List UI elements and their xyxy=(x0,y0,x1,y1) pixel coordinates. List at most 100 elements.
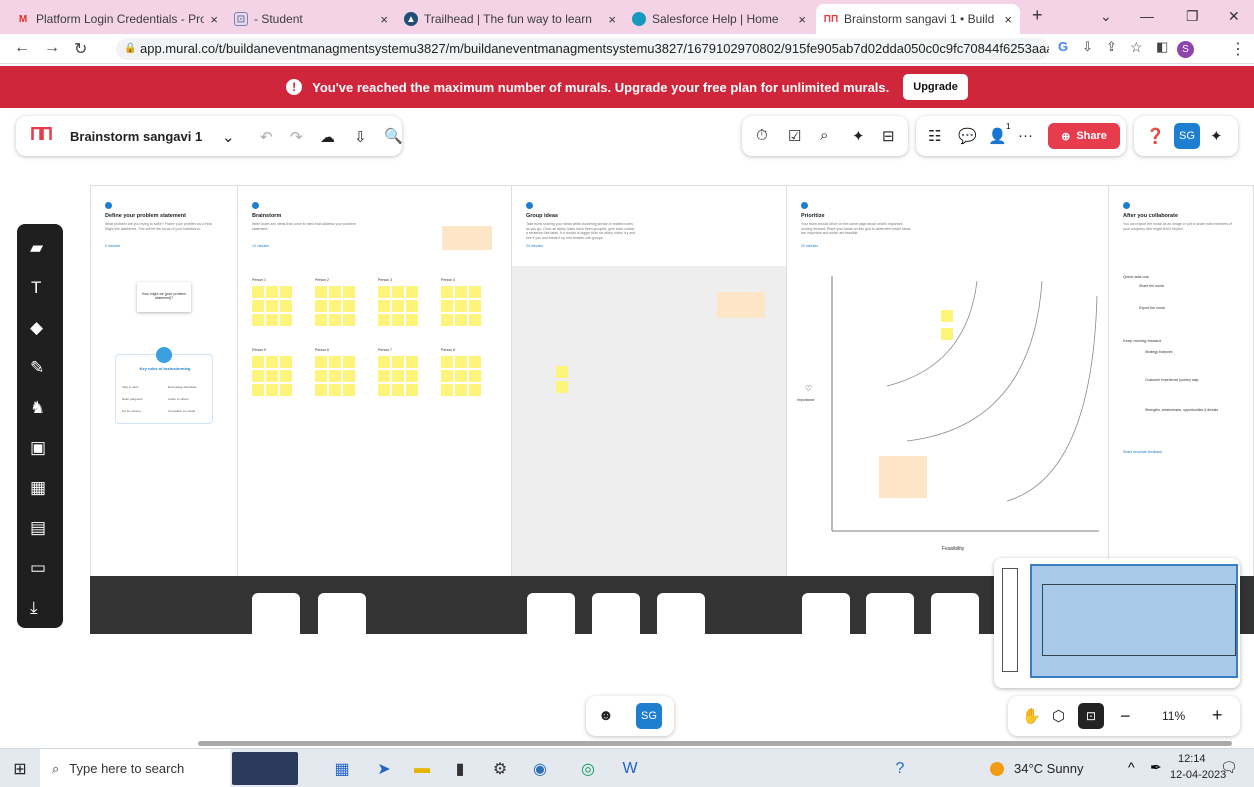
sticky-note[interactable] xyxy=(469,300,481,312)
minimize-icon[interactable]: — xyxy=(1140,8,1154,24)
sticky-note[interactable] xyxy=(280,384,292,396)
close-tab-icon[interactable]: × xyxy=(608,12,616,27)
sticky-note[interactable] xyxy=(455,356,467,368)
select-icon[interactable]: ⬡ xyxy=(1052,707,1065,725)
help-icon[interactable]: ❓ xyxy=(1146,127,1165,145)
sticky-note[interactable] xyxy=(941,328,953,340)
sticky-note[interactable] xyxy=(343,384,355,396)
close-tab-icon[interactable]: × xyxy=(798,12,806,27)
outline-area-icon[interactable]: ▭ xyxy=(30,558,46,578)
keep-item[interactable]: Strategy blueprint xyxy=(1145,350,1172,354)
back-icon[interactable]: ← xyxy=(14,39,30,57)
url-input[interactable]: 🔒 app.mural.co/t/buildaneventmanagmentsy… xyxy=(116,38,1049,60)
outline-thumbnail[interactable] xyxy=(657,593,705,641)
sticky-note[interactable] xyxy=(378,370,390,382)
windows-start-icon[interactable]: ⊞ xyxy=(10,759,30,779)
sticky-note[interactable] xyxy=(252,370,264,382)
clock-date[interactable]: 12-04-2023 xyxy=(1170,769,1226,781)
tab-student[interactable]: ⊡ - Student × xyxy=(226,4,396,34)
tab-mural-active[interactable]: ΠΠ Brainstorm sangavi 1 • Build an × xyxy=(816,4,1020,34)
sticky-note[interactable] xyxy=(392,370,404,382)
sticky-note[interactable] xyxy=(469,286,481,298)
sticky-note[interactable] xyxy=(455,286,467,298)
weather-text[interactable]: 34°C Sunny xyxy=(1014,761,1084,776)
sticky-note[interactable] xyxy=(392,356,404,368)
file-explorer-icon[interactable]: ▬ xyxy=(412,759,432,779)
export-icon[interactable]: ⇩ xyxy=(354,128,367,146)
sticky-note[interactable] xyxy=(378,384,390,396)
menu-dots-icon[interactable]: ⋮ xyxy=(1230,39,1246,59)
table-icon[interactable]: ▤ xyxy=(30,518,46,538)
help-icon[interactable]: ? xyxy=(890,759,910,779)
tab-platform-login[interactable]: M Platform Login Credentials - Pro × xyxy=(8,4,226,34)
outline-thumbnail[interactable] xyxy=(318,593,366,641)
sticky-note[interactable] xyxy=(469,356,481,368)
sticky-note[interactable] xyxy=(441,384,453,396)
sticky-note[interactable] xyxy=(329,286,341,298)
hmw-card[interactable]: How might we [your problem statement]? xyxy=(137,282,191,312)
redo-icon[interactable]: ↷ xyxy=(290,128,303,146)
timer-icon[interactable]: ⏱ xyxy=(756,127,768,144)
sticky-note[interactable] xyxy=(266,286,278,298)
sticky-note[interactable] xyxy=(941,310,953,322)
sticky-note[interactable] xyxy=(392,384,404,396)
sticky-note[interactable] xyxy=(329,300,341,312)
sticky-note[interactable] xyxy=(455,370,467,382)
close-tab-icon[interactable]: × xyxy=(1004,12,1012,27)
restore-icon[interactable]: ❐ xyxy=(1186,8,1199,25)
sticky-note[interactable] xyxy=(343,286,355,298)
zoom-level[interactable]: 11% xyxy=(1162,709,1185,723)
draw-icon[interactable]: ✎ xyxy=(30,358,44,378)
tab-search-icon[interactable]: ⌄ xyxy=(1100,8,1112,25)
sticky-note[interactable] xyxy=(392,300,404,312)
share-page-icon[interactable]: ⇪ xyxy=(1106,39,1117,55)
minimap[interactable] xyxy=(994,558,1240,688)
close-tab-icon[interactable]: × xyxy=(210,12,218,27)
clock-time[interactable]: 12:14 xyxy=(1178,753,1206,765)
icons-icon[interactable]: ♞ xyxy=(30,398,45,418)
globe-icon[interactable]: ◉ xyxy=(530,759,550,779)
new-tab-icon[interactable]: + xyxy=(1032,5,1043,26)
more-icon[interactable]: ··· xyxy=(1018,127,1033,144)
sticky-note[interactable] xyxy=(469,370,481,382)
task-view-icon[interactable]: ▦ xyxy=(332,759,352,779)
sticky-note[interactable] xyxy=(315,314,327,326)
upgrade-button[interactable]: Upgrade xyxy=(903,74,968,100)
mural-logo-icon[interactable]: ΠΠ xyxy=(30,124,53,145)
zoom-out-icon[interactable]: − xyxy=(1120,706,1131,727)
sticky-note[interactable] xyxy=(556,366,568,378)
sticky-note[interactable] xyxy=(266,314,278,326)
install-icon[interactable]: ⇩ xyxy=(1082,39,1093,55)
sticky-note[interactable] xyxy=(329,384,341,396)
sticky-note[interactable] xyxy=(406,300,418,312)
shapes-icon[interactable]: ◆ xyxy=(30,318,43,338)
sticky-note[interactable] xyxy=(343,356,355,368)
sticky-note[interactable] xyxy=(392,286,404,298)
sticky-note[interactable] xyxy=(266,384,278,396)
sticky-note[interactable] xyxy=(441,300,453,312)
sticky-note[interactable] xyxy=(378,286,390,298)
sparkle-ai-icon[interactable]: ✦ xyxy=(1210,127,1223,145)
quick-item[interactable]: Export the mural xyxy=(1139,306,1165,310)
sticky-note[interactable] xyxy=(441,356,453,368)
sticky-note[interactable] xyxy=(392,314,404,326)
sticky-note[interactable] xyxy=(378,356,390,368)
tip-note[interactable] xyxy=(442,226,492,250)
app-icon[interactable]: ➤ xyxy=(374,759,394,779)
outline-thumbnail[interactable] xyxy=(866,593,914,641)
voting-icon[interactable]: ☑ xyxy=(788,127,801,145)
outline-thumbnail[interactable] xyxy=(931,593,979,641)
cloud-saved-icon[interactable]: ☁ xyxy=(320,128,335,146)
sticky-note[interactable] xyxy=(266,370,278,382)
sticky-note[interactable] xyxy=(280,286,292,298)
keep-item[interactable]: Customer experience journey map xyxy=(1145,378,1199,382)
close-window-icon[interactable]: ✕ xyxy=(1228,8,1240,25)
sticky-note[interactable] xyxy=(266,356,278,368)
sticky-note[interactable] xyxy=(252,384,264,396)
bookmark-star-icon[interactable]: ☆ xyxy=(1130,39,1143,56)
share-button[interactable]: ⊕ Share xyxy=(1048,123,1120,149)
word-icon[interactable]: W xyxy=(620,759,640,779)
user-avatar[interactable]: SG xyxy=(1174,123,1200,149)
upload-icon[interactable]: ⤓ xyxy=(30,598,38,618)
sticky-note[interactable] xyxy=(329,370,341,382)
